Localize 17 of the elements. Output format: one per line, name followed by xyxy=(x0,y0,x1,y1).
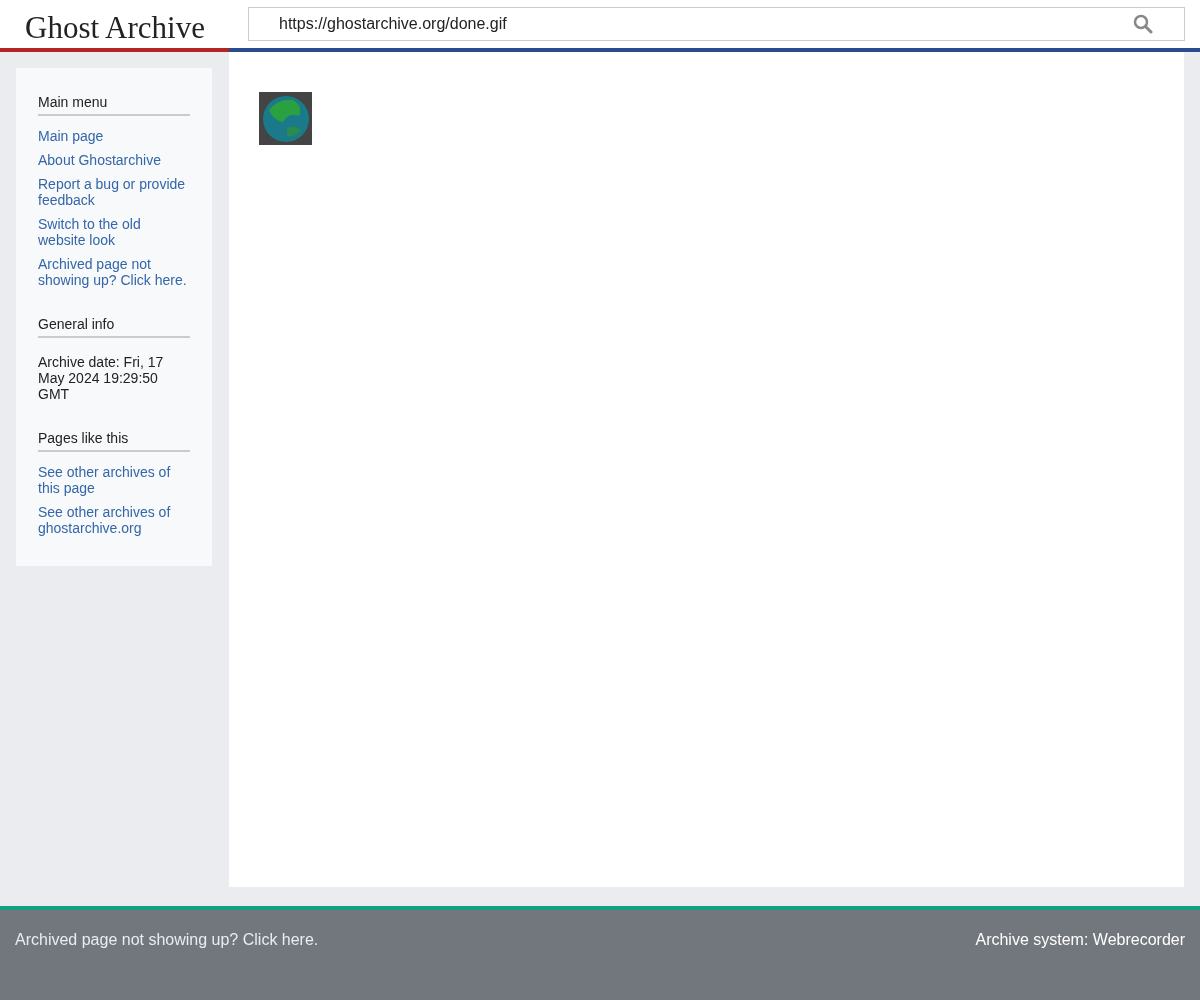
sidebar-link[interactable]: Switch to the old website look xyxy=(38,216,190,248)
sidebar-link[interactable]: Archived page not showing up? Click here. xyxy=(38,256,190,288)
sidebar-link[interactable]: See other archives of ghostarchive.org xyxy=(38,504,190,536)
search-field[interactable]: https://ghostarchive.org/done.gif xyxy=(248,7,1185,41)
archive-date: Archive date: Fri, 17 May 2024 19:29:50 GMT xyxy=(38,354,165,402)
section-heading: General info xyxy=(38,314,190,338)
globe-image xyxy=(259,92,312,145)
sidebar-link[interactable]: See other archives of this page xyxy=(38,464,190,496)
sidebar-link[interactable]: About Ghostarchive xyxy=(38,152,190,168)
search-icon[interactable] xyxy=(1133,14,1153,34)
archive-system-text: Archive system: Webrecorder xyxy=(975,930,1185,950)
section-heading: Pages like this xyxy=(38,428,190,452)
section-heading: Main menu xyxy=(38,92,190,116)
footer-link[interactable]: Archived page not showing up? Click here. xyxy=(15,928,319,952)
site-logo[interactable]: Ghost Archive xyxy=(0,5,229,43)
sidebar-link[interactable]: Main page xyxy=(38,128,190,144)
sidebar-link[interactable]: Report a bug or provide feedback xyxy=(38,176,190,208)
